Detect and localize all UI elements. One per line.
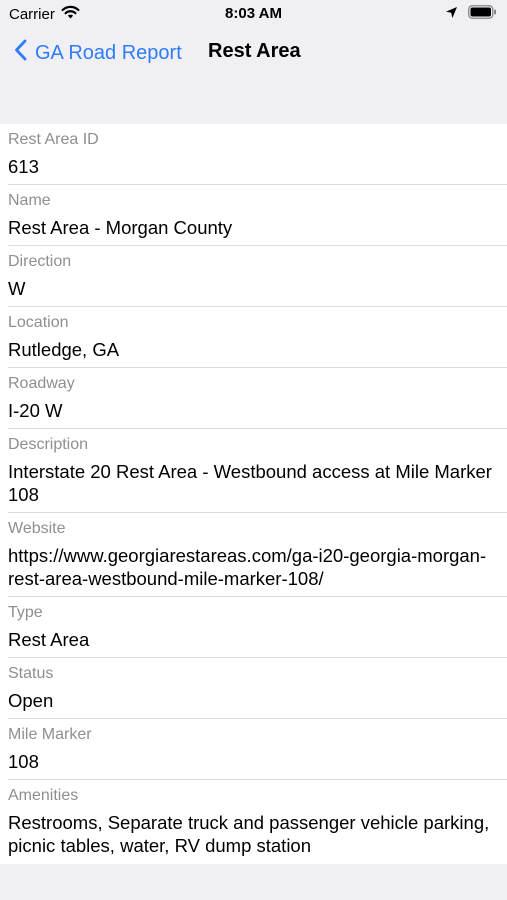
field-value: Restrooms, Separate truck and passenger … <box>8 812 490 856</box>
battery-icon <box>468 5 497 23</box>
field-row-location: Location Rutledge, GA <box>0 307 507 368</box>
field-label: Description <box>8 436 89 453</box>
field-row-rest-area-id: Rest Area ID 613 <box>0 124 507 185</box>
status-right <box>445 5 497 23</box>
field-row-website[interactable]: Website https://www.georgiarestareas.com… <box>0 513 507 597</box>
field-label: Rest Area ID <box>8 131 99 148</box>
navigation-bar: GA Road Report Rest Area <box>0 30 507 76</box>
field-row-description: Description Interstate 20 Rest Area - We… <box>0 429 507 513</box>
back-button[interactable]: GA Road Report <box>14 39 182 67</box>
field-row-mile-marker: Mile Marker 108 <box>0 719 507 780</box>
field-label: Direction <box>8 253 72 270</box>
chevron-left-icon <box>14 39 27 67</box>
field-row-type: Type Rest Area <box>0 597 507 658</box>
field-label: Mile Marker <box>8 726 92 743</box>
page-title: Rest Area <box>208 40 301 62</box>
field-value: Rest Area <box>8 629 90 650</box>
field-value: Interstate 20 Rest Area - Westbound acce… <box>8 461 492 505</box>
field-label: Status <box>8 665 54 682</box>
field-value: Open <box>8 690 54 711</box>
field-row-status: Status Open <box>0 658 507 719</box>
status-time: 8:03 AM <box>225 5 282 22</box>
field-label: Roadway <box>8 375 75 392</box>
status-bar: Carrier 8:03 AM <box>0 0 507 28</box>
field-row-amenities: Amenities Restrooms, Separate truck and … <box>0 780 507 864</box>
website-link[interactable]: https://www.georgiarestareas.com/ga-i20-… <box>8 544 499 590</box>
field-label: Type <box>8 604 43 621</box>
field-row-direction: Direction W <box>0 246 507 307</box>
field-label: Amenities <box>8 787 79 804</box>
field-value: W <box>8 278 26 299</box>
field-label: Website <box>8 520 66 537</box>
location-arrow-icon <box>445 6 458 23</box>
field-value: Rest Area - Morgan County <box>8 217 233 238</box>
field-value: 613 <box>8 156 39 177</box>
back-button-label: GA Road Report <box>35 41 182 64</box>
field-row-name: Name Rest Area - Morgan County <box>0 185 507 246</box>
field-value: Rutledge, GA <box>8 339 120 360</box>
field-value: I-20 W <box>8 400 63 421</box>
detail-list: Rest Area ID 613 Name Rest Area - Morgan… <box>0 124 507 864</box>
field-value: 108 <box>8 751 39 772</box>
field-label: Name <box>8 192 51 209</box>
field-row-roadway: Roadway I-20 W <box>0 368 507 429</box>
field-label: Location <box>8 314 69 331</box>
